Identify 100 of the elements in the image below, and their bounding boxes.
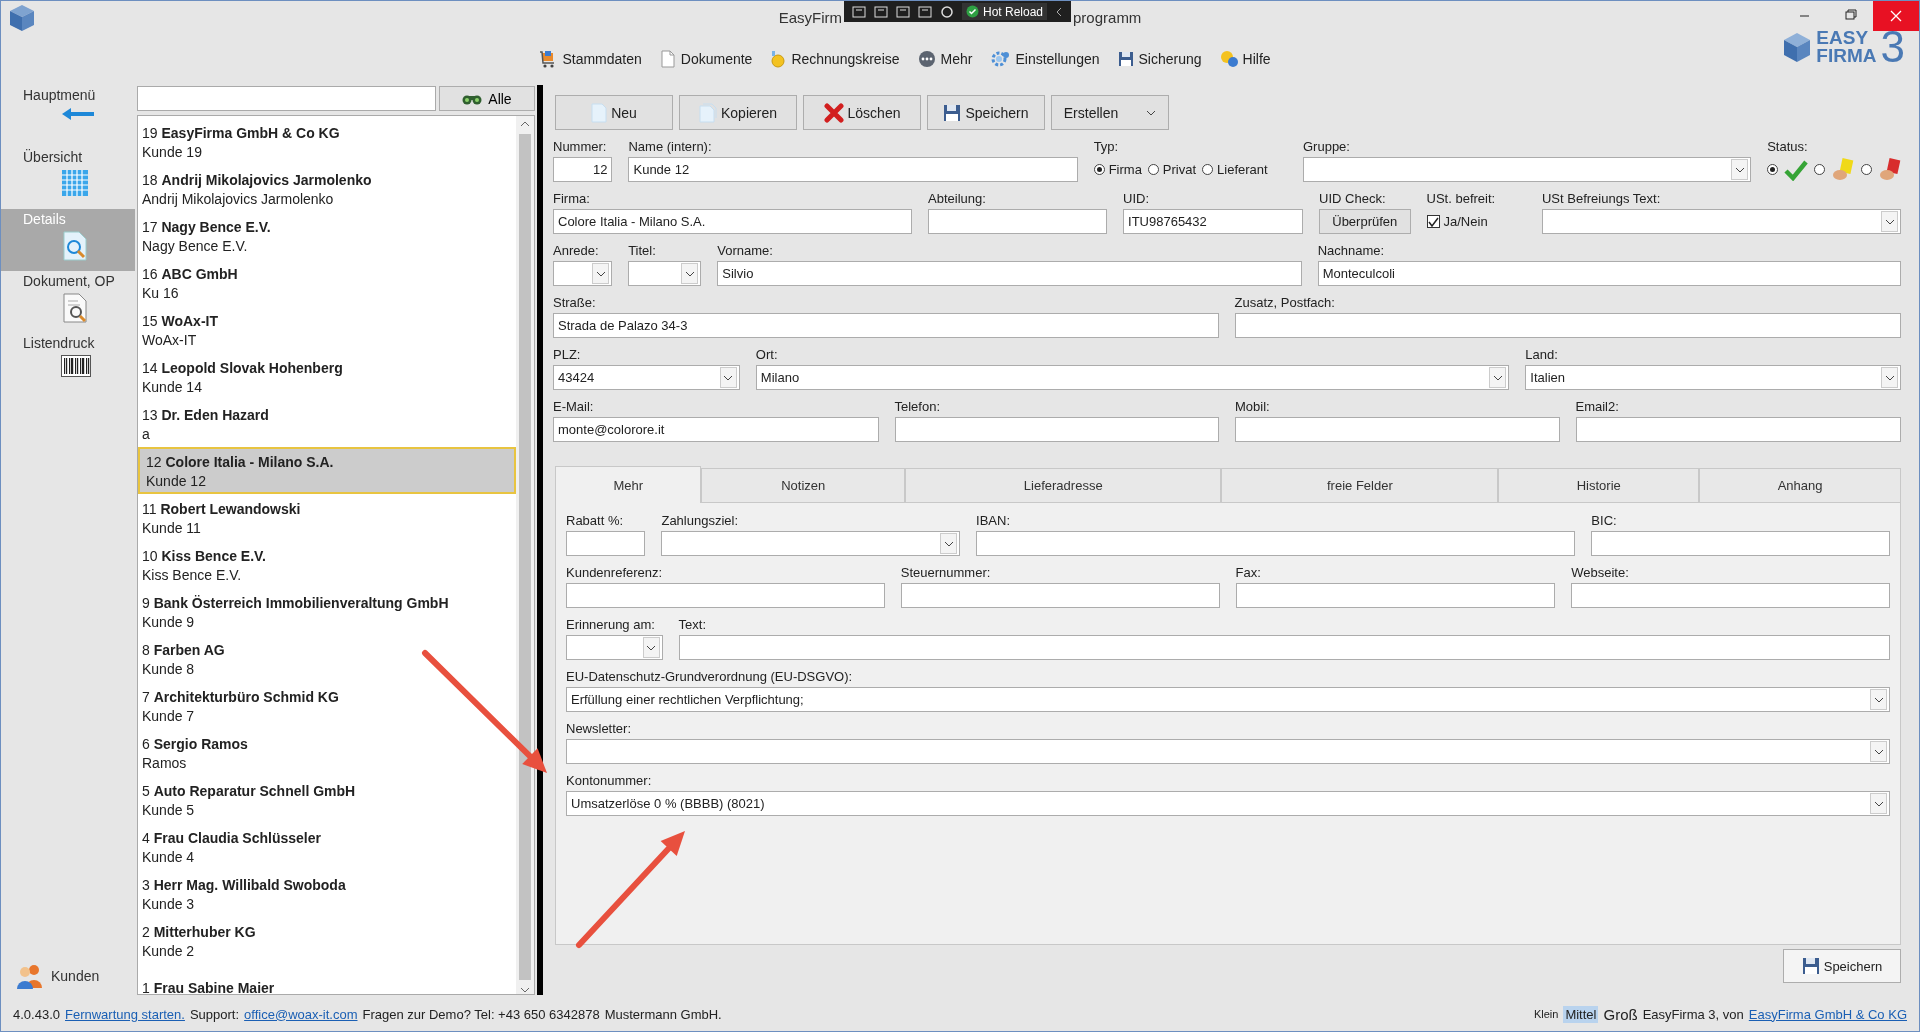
toolbar-button[interactable]: Speichern	[927, 95, 1045, 130]
customer-list-item[interactable]: 11 Robert Lewandowski Kunde 11	[138, 494, 516, 541]
scrollbar[interactable]	[516, 116, 534, 994]
radio-button[interactable]	[1814, 164, 1826, 175]
scroll-down-icon[interactable]	[520, 986, 530, 994]
dropdown-field[interactable]: Milano	[755, 365, 1510, 390]
font-size-option[interactable]: Groß	[1601, 1004, 1640, 1024]
text-field[interactable]	[1235, 417, 1560, 442]
text-field[interactable]	[1575, 417, 1901, 442]
customer-list-item[interactable]: 17 Nagy Bence E.V. Nagy Bence E.V.	[138, 212, 516, 259]
hot-reload-button[interactable]: Hot Reload	[961, 3, 1047, 20]
dropdown-field[interactable]: Italien	[1525, 365, 1901, 390]
text-field[interactable]	[976, 531, 1576, 556]
text-field[interactable]	[928, 209, 1108, 234]
text-field[interactable]: Kunde 12	[628, 157, 1078, 182]
customer-list-item[interactable]: 9 Bank Österreich Immobilienveraltung GmbH Kunde 9	[138, 588, 516, 635]
text-field[interactable]: 12	[553, 157, 613, 182]
customer-list-item[interactable]: 12 Colore Italia - Milano S.A. Kunde 12	[138, 447, 516, 494]
menu-item[interactable]: Stammdaten	[537, 48, 644, 70]
menu-item[interactable]: Dokumente	[657, 48, 755, 70]
text-field[interactable]: Silvio	[717, 261, 1302, 286]
toolbar-button[interactable]: Kopieren	[679, 95, 797, 130]
dropdown-field[interactable]	[1303, 157, 1752, 182]
radio-button[interactable]: Firma	[1093, 162, 1142, 177]
text-field[interactable]: monte@colorore.it	[553, 417, 879, 442]
tab[interactable]: freie Felder	[1221, 468, 1499, 502]
text-field[interactable]	[1571, 583, 1890, 608]
menu-item[interactable]: Mehr	[915, 48, 975, 70]
text-field[interactable]: Monteculcoli	[1317, 261, 1901, 286]
text-field[interactable]	[1591, 531, 1890, 556]
toolbar-button[interactable]: Erstellen	[1051, 95, 1169, 130]
remote-support-link[interactable]: Fernwartung starten.	[65, 1006, 185, 1022]
email-link[interactable]: office@woax-it.com	[244, 1006, 358, 1022]
customer-list-item[interactable]: 6 Sergio Ramos Ramos	[138, 729, 516, 776]
refresh-icon[interactable]	[939, 4, 954, 19]
vendor-link[interactable]: EasyFirma GmbH & Co KG	[1748, 1006, 1907, 1022]
menu-item[interactable]: Rechnungskreise	[768, 48, 902, 70]
nav-item[interactable]: Listendruck	[1, 333, 135, 395]
font-size-option[interactable]: Klein	[1531, 1007, 1561, 1021]
checkbox[interactable]: Ja/Nein	[1426, 214, 1488, 229]
scroll-up-icon[interactable]	[520, 120, 530, 128]
dropdown-field[interactable]	[566, 739, 1890, 764]
nav-item[interactable]: Kunden	[1, 963, 135, 995]
nav-item[interactable]: Hauptmenü	[1, 85, 135, 147]
customer-list-item[interactable]: 8 Farben AG Kunde 8	[138, 635, 516, 682]
customer-list-item[interactable]: 16 ABC GmbH Ku 16	[138, 259, 516, 306]
customer-list-item[interactable]: 15 WoAx-IT WoAx-IT	[138, 306, 516, 353]
menu-item[interactable]: Sicherung	[1115, 48, 1204, 70]
dropdown-field[interactable]	[553, 261, 613, 286]
customer-list-item[interactable]: 18 Andrij Mikolajovics Jarmolenko Andrij Mikolajovics Jarmolenko	[138, 165, 516, 212]
close-icon[interactable]	[1873, 1, 1919, 31]
dropdown-field[interactable]: 43424	[553, 365, 740, 390]
nav-item[interactable]: Übersicht	[1, 147, 135, 209]
dropdown-field[interactable]: Umsatzerlöse 0 % (BBBB) (8021)	[566, 791, 1890, 816]
tab[interactable]: Notizen	[701, 468, 906, 502]
radio-button[interactable]: Lieferant	[1202, 162, 1268, 177]
tab[interactable]: Historie	[1498, 468, 1700, 502]
menu-item[interactable]: Einstellungen	[988, 48, 1102, 70]
text-field[interactable]: ITU98765432	[1123, 209, 1304, 234]
text-field[interactable]	[678, 635, 1890, 660]
radio-button[interactable]	[1767, 164, 1779, 175]
customer-list-item[interactable]: 10 Kiss Bence E.V. Kiss Bence E.V.	[138, 541, 516, 588]
customer-list-item[interactable]: 14 Leopold Slovak Hohenberg Kunde 14	[138, 353, 516, 400]
dropdown-field[interactable]	[628, 261, 702, 286]
text-field[interactable]	[894, 417, 1219, 442]
text-field[interactable]	[1235, 583, 1556, 608]
customer-list-item[interactable]: 19 EasyFirma GmbH & Co KG Kunde 19	[138, 118, 516, 165]
toolbar-button[interactable]: Neu	[555, 95, 673, 130]
search-field[interactable]	[137, 86, 436, 111]
dropdown-field[interactable]: Erfüllung einer rechtlichen Verpflichtung;	[566, 687, 1890, 712]
text-field[interactable]	[566, 531, 646, 556]
customer-list-item[interactable]: 4 Frau Claudia Schlüsseler Kunde 4	[138, 823, 516, 870]
nav-item[interactable]: Dokument, OP	[1, 271, 135, 333]
text-field[interactable]: Colore Italia - Milano S.A.	[553, 209, 912, 234]
tab[interactable]: Lieferadresse	[905, 468, 1222, 502]
toolbar-button[interactable]: Löschen	[803, 95, 921, 130]
check-button[interactable]: Überprüfen	[1319, 209, 1411, 234]
collapse-icon[interactable]	[1055, 6, 1063, 17]
text-field[interactable]	[566, 583, 885, 608]
dropdown-field[interactable]	[566, 635, 663, 660]
menu-item[interactable]: Hilfe	[1217, 48, 1273, 70]
help-icon	[1219, 50, 1238, 68]
customer-list-item[interactable]: 13 Dr. Eden Hazard a	[138, 400, 516, 447]
radio-button[interactable]: Privat	[1147, 162, 1197, 177]
text-field[interactable]	[1234, 313, 1901, 338]
save-button[interactable]: Speichern	[1783, 949, 1901, 983]
tab[interactable]: Anhang	[1699, 468, 1901, 502]
text-field[interactable]: Strada de Palazo 34-3	[553, 313, 1219, 338]
all-button[interactable]: Alle	[439, 86, 535, 111]
customer-list-item[interactable]: 3 Herr Mag. Willibald Swoboda Kunde 3	[138, 870, 516, 917]
customer-list-item[interactable]: 2 Mitterhuber KG Kunde 2	[138, 917, 516, 964]
customer-list-item[interactable]: 1 Frau Sabine Maier	[138, 964, 516, 994]
font-size-option[interactable]: Mittel	[1563, 1005, 1599, 1023]
customer-list-item[interactable]: 7 Architekturbüro Schmid KG Kunde 7	[138, 682, 516, 729]
tab[interactable]: Mehr	[555, 466, 702, 503]
radio-button[interactable]	[1861, 164, 1873, 175]
dropdown-field[interactable]	[661, 531, 961, 556]
text-field[interactable]	[900, 583, 1220, 608]
customer-list-item[interactable]: 5 Auto Reparatur Schnell GmbH Kunde 5	[138, 776, 516, 823]
dropdown-field[interactable]	[1542, 209, 1901, 234]
